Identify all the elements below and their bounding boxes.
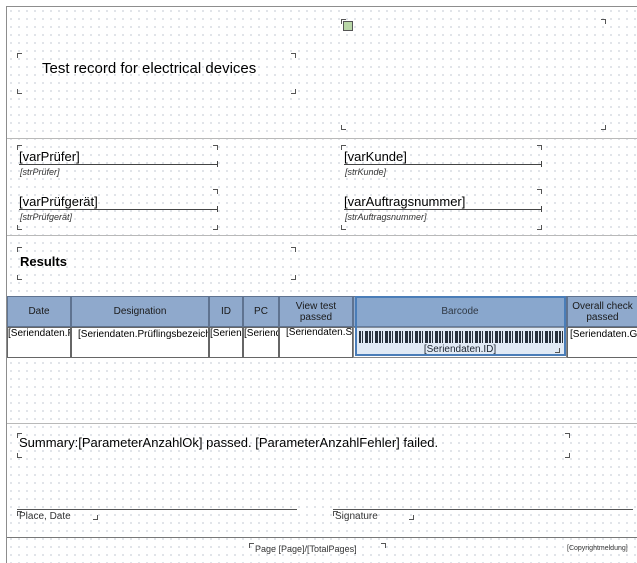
- order-string[interactable]: [strAuftragsnummer]: [345, 212, 427, 222]
- field-corner: [17, 275, 22, 280]
- band-separator: [7, 537, 637, 538]
- band-separator: [7, 423, 637, 424]
- field-corner: [565, 453, 570, 458]
- tick: [541, 161, 542, 167]
- customer-string[interactable]: [strKunde]: [345, 167, 386, 177]
- signature-line: [333, 509, 633, 510]
- field-corner: [291, 247, 296, 252]
- report-page: Test record for electrical devices [varP…: [6, 6, 637, 563]
- field-corner: [213, 189, 218, 194]
- field-corner: [381, 543, 386, 548]
- cell-id[interactable]: [Seriendaten.ID]: [209, 327, 243, 358]
- header-label: Overall check passed: [572, 300, 633, 323]
- column-header-pc[interactable]: PC: [243, 296, 279, 327]
- field-corner: [213, 225, 218, 230]
- field-corner: [601, 19, 606, 24]
- customer-variable[interactable]: [varKunde]: [344, 149, 407, 164]
- underline: [19, 164, 218, 165]
- column-header-date[interactable]: Date: [7, 296, 71, 327]
- field-corner: [565, 433, 570, 438]
- field-corner: [291, 53, 296, 58]
- tick: [217, 206, 218, 212]
- field-corner: [17, 53, 22, 58]
- field-corner: [213, 145, 218, 150]
- cell-view-test[interactable]: [Seriendaten.SichtprüfungOK]: [279, 327, 353, 358]
- underline: [344, 209, 542, 210]
- field-corner: [341, 19, 346, 24]
- field-corner: [17, 247, 22, 252]
- underline: [19, 209, 218, 210]
- field-corner: [291, 275, 296, 280]
- column-header-designation[interactable]: Designation: [71, 296, 209, 327]
- header-label: PC: [254, 306, 268, 317]
- header-label: View test passed: [295, 300, 337, 323]
- page-number[interactable]: Page [Page]/[TotalPages]: [255, 544, 357, 554]
- resize-handle-icon[interactable]: [555, 348, 560, 353]
- report-title[interactable]: Test record for electrical devices: [42, 60, 256, 77]
- signature-label[interactable]: Signature: [335, 511, 378, 522]
- cell-overall[interactable]: [Seriendaten.GesamtOK]: [567, 327, 637, 358]
- field-corner: [93, 515, 98, 520]
- underline: [344, 164, 542, 165]
- field-corner: [17, 89, 22, 94]
- column-header-overall[interactable]: Overall check passed: [567, 296, 637, 327]
- order-variable[interactable]: [varAuftragsnummer]: [344, 194, 465, 209]
- field-corner: [17, 225, 22, 230]
- cell-date[interactable]: [Seriendaten.Prüfdatum]: [7, 327, 71, 358]
- field-corner: [341, 125, 346, 130]
- device-string[interactable]: [strPrüfgerät]: [20, 212, 72, 222]
- column-header-id[interactable]: ID: [209, 296, 243, 327]
- field-corner: [601, 125, 606, 130]
- cell-designation[interactable]: [Seriendaten.Prüflingsbezeichnung]: [71, 327, 209, 358]
- field-corner: [341, 225, 346, 230]
- field-corner: [17, 453, 22, 458]
- field-corner: [537, 189, 542, 194]
- header-label: Date: [28, 306, 50, 317]
- header-label: Designation: [113, 306, 167, 317]
- field-corner: [249, 543, 254, 548]
- field-corner: [409, 515, 414, 520]
- column-header-view-test[interactable]: View test passed: [279, 296, 353, 327]
- field-corner: [291, 89, 296, 94]
- header-label: ID: [221, 306, 231, 317]
- copyright-notice[interactable]: [Copyrightmeldung]: [567, 545, 628, 552]
- tick: [541, 206, 542, 212]
- place-date-line: [17, 509, 297, 510]
- place-date-label[interactable]: Place, Date: [19, 511, 71, 522]
- summary-text[interactable]: Summary:[ParameterAnzahlOk] passed. [Par…: [19, 435, 438, 450]
- band-separator: [7, 138, 637, 139]
- device-variable[interactable]: [varPrüfgerät]: [19, 194, 98, 209]
- results-heading[interactable]: Results: [20, 254, 67, 269]
- field-corner: [537, 145, 542, 150]
- band-separator: [7, 235, 637, 236]
- tester-string[interactable]: [strPrüfer]: [20, 167, 60, 177]
- barcode-selection[interactable]: [355, 296, 566, 356]
- field-corner: [537, 225, 542, 230]
- tester-variable[interactable]: [varPrüfer]: [19, 149, 80, 164]
- tick: [217, 161, 218, 167]
- cell-pc[interactable]: [Seriendaten.SK]: [243, 327, 279, 358]
